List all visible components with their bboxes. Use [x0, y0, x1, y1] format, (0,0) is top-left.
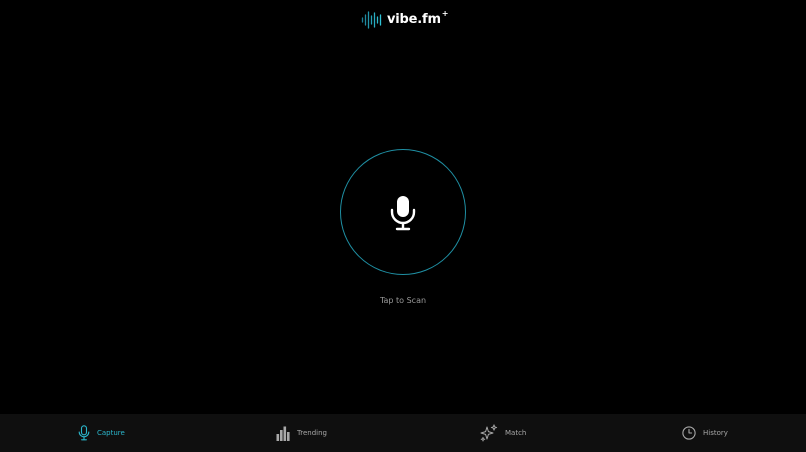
- nav-item-history-label: History: [703, 429, 728, 437]
- bottom-nav: Capture Trending Match History: [0, 414, 806, 452]
- clock-icon: [682, 426, 696, 440]
- scan-label: Tap to Scan: [379, 296, 427, 305]
- nav-item-match[interactable]: Match: [480, 414, 600, 452]
- nav-item-history[interactable]: History: [682, 414, 802, 452]
- scan-button[interactable]: [340, 149, 466, 275]
- nav-item-capture[interactable]: Capture: [78, 414, 198, 452]
- nav-item-match-label: Match: [505, 429, 527, 437]
- nav-item-trending-label: Trending: [297, 429, 327, 437]
- nav-item-trending[interactable]: Trending: [276, 414, 396, 452]
- microphone-icon: [390, 196, 416, 231]
- bar-chart-icon: [276, 426, 290, 441]
- app-header: vibe.fm +: [0, 0, 806, 40]
- sparkles-icon: [480, 424, 498, 442]
- microphone-icon: [78, 425, 90, 441]
- nav-item-capture-label: Capture: [97, 429, 125, 437]
- soundwave-icon: [361, 11, 382, 29]
- app-logo-text: vibe.fm: [387, 12, 441, 27]
- app-logo: vibe.fm +: [361, 9, 449, 31]
- app-logo-plus: +: [441, 9, 449, 18]
